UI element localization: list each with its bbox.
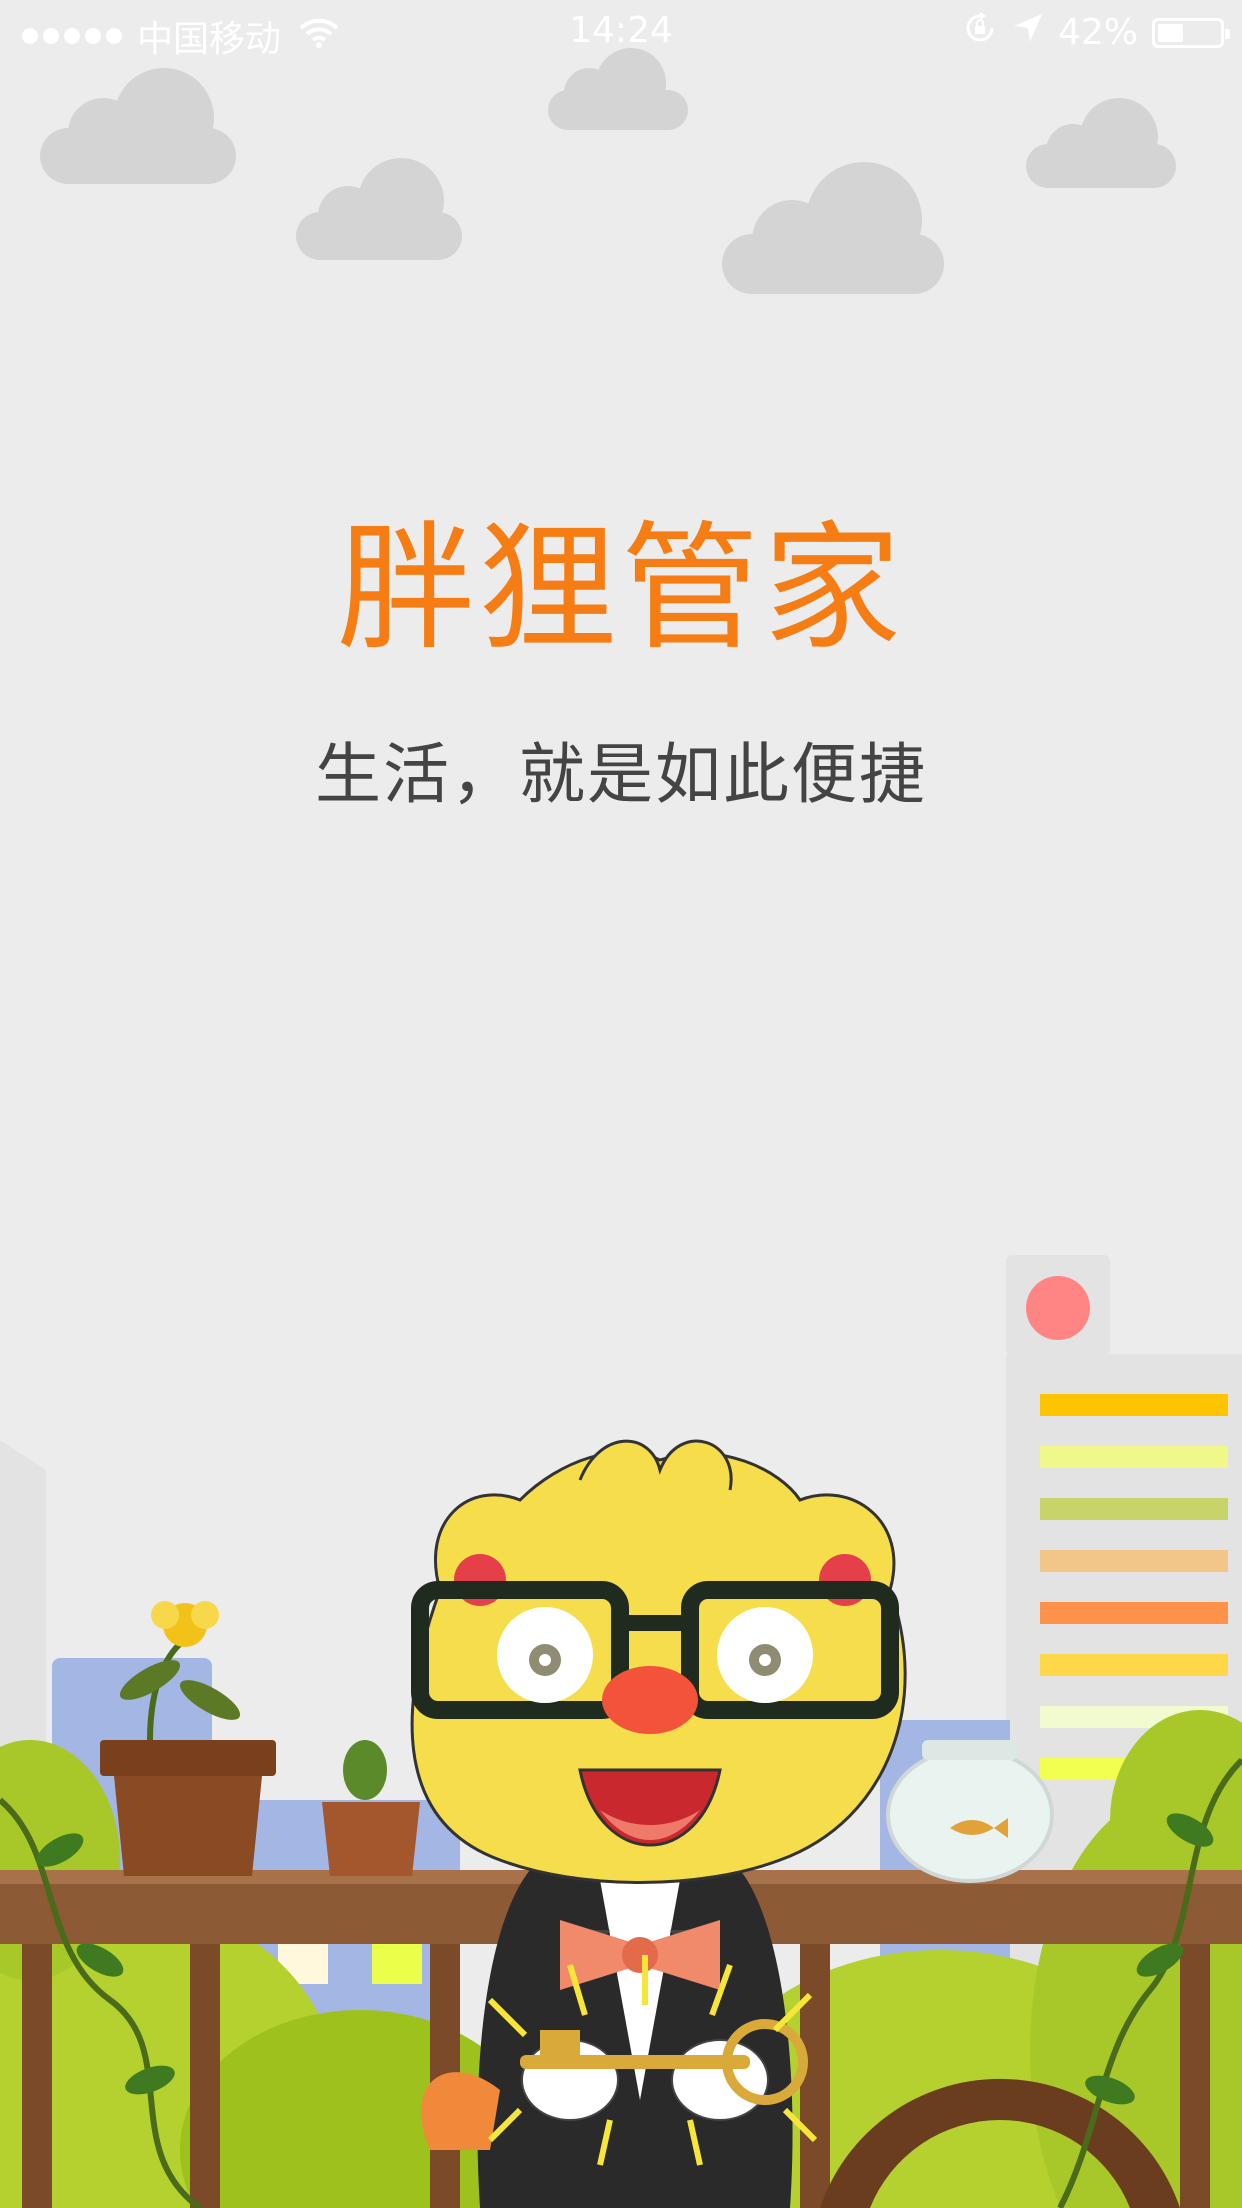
app-slogan: 生活，就是如此便捷 [315, 736, 927, 813]
status-right: 42% [962, 10, 1230, 55]
cloud-4 [722, 160, 944, 294]
cloud-1 [40, 64, 236, 184]
battery-percent: 42% [1057, 12, 1138, 53]
cloud-3 [548, 46, 688, 130]
mascot-illustration [0, 1255, 1242, 2208]
rotation-lock-icon [962, 10, 998, 55]
location-arrow-icon [1012, 12, 1044, 53]
app-title: 胖狸管家 [336, 508, 905, 669]
cloud-2 [296, 156, 462, 260]
cloud-5 [1026, 96, 1176, 188]
battery-level [1158, 23, 1183, 42]
battery-icon [1152, 17, 1230, 48]
